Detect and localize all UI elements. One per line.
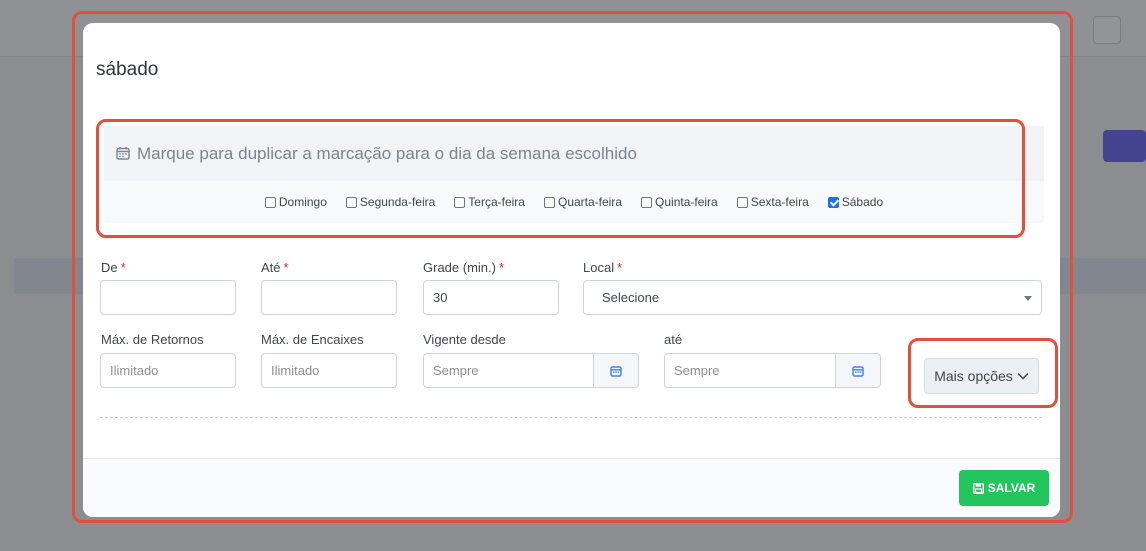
- weekday-option-segunda[interactable]: Segunda-feira: [345, 195, 436, 209]
- more-options-button[interactable]: Mais opções: [924, 358, 1039, 394]
- checkbox[interactable]: [345, 196, 357, 208]
- checkbox[interactable]: [641, 196, 653, 208]
- section-divider: [100, 417, 1042, 418]
- checkbox[interactable]: [454, 196, 466, 208]
- calendar-icon: [610, 365, 622, 377]
- vigente-ate-calendar-button[interactable]: [836, 353, 881, 388]
- checkbox[interactable]: [543, 196, 555, 208]
- checkbox-checked[interactable]: [827, 196, 839, 208]
- floppy-disk-icon: [972, 482, 984, 494]
- weekday-checkbox-row: Domingo Segunda-feira Terça-feira Quarta…: [104, 181, 1044, 223]
- grade-label: Grade (min.) *: [423, 260, 505, 275]
- max-retornos-input[interactable]: Ilimitado: [100, 353, 236, 388]
- weekday-label: Segunda-feira: [359, 195, 436, 209]
- checkbox[interactable]: [736, 196, 748, 208]
- vigente-desde-input[interactable]: Sempre: [423, 353, 594, 388]
- local-select[interactable]: Selecione: [583, 280, 1042, 315]
- duplicate-days-panel: Marque para duplicar a marcação para o d…: [104, 126, 1044, 223]
- weekday-label: Terça-feira: [468, 195, 525, 209]
- weekday-label: Quinta-feira: [655, 195, 718, 209]
- modal-title: sábado: [96, 59, 159, 80]
- max-encaixes-input[interactable]: Ilimitado: [261, 353, 397, 388]
- vigente-ate-input[interactable]: Sempre: [664, 353, 836, 388]
- weekday-label: Sexta-feira: [750, 195, 809, 209]
- weekday-label: Quarta-feira: [557, 195, 623, 209]
- checkbox[interactable]: [264, 196, 276, 208]
- chevron-down-icon: [1017, 372, 1029, 380]
- caret-down-icon: [1024, 296, 1032, 301]
- modal-footer: [83, 459, 1060, 517]
- weekday-option-quarta[interactable]: Quarta-feira: [543, 195, 623, 209]
- duplicate-days-header: Marque para duplicar a marcação para o d…: [104, 126, 1044, 181]
- de-input[interactable]: [100, 280, 236, 315]
- more-options-label: Mais opções: [934, 368, 1013, 384]
- ate-label: Até *: [261, 260, 289, 275]
- calendar-icon: [852, 365, 864, 377]
- weekday-option-quinta[interactable]: Quinta-feira: [641, 195, 718, 209]
- weekday-option-domingo[interactable]: Domingo: [264, 195, 327, 209]
- weekday-option-sabado[interactable]: Sábado: [827, 195, 884, 209]
- max-encaixes-label: Máx. de Encaixes: [261, 332, 364, 347]
- weekday-label: Sábado: [841, 195, 884, 209]
- vigente-desde-label: Vigente desde: [423, 332, 506, 347]
- weekday-option-sexta[interactable]: Sexta-feira: [736, 195, 809, 209]
- save-button[interactable]: SALVAR: [959, 470, 1049, 506]
- local-select-value: Selecione: [602, 290, 660, 305]
- local-label: Local *: [583, 260, 623, 275]
- grade-input[interactable]: 30: [423, 280, 559, 315]
- calendar-icon: [116, 146, 130, 165]
- weekday-label: Domingo: [278, 195, 327, 209]
- de-label: De *: [101, 260, 126, 275]
- ate-input[interactable]: [261, 280, 397, 315]
- duplicate-hint-text: Marque para duplicar a marcação para o d…: [137, 144, 637, 163]
- vigente-ate-label: até: [664, 332, 683, 347]
- weekday-option-terca[interactable]: Terça-feira: [454, 195, 525, 209]
- save-label: SALVAR: [987, 481, 1036, 495]
- schedule-modal: sábado Marque para duplicar a marcação p…: [83, 23, 1060, 517]
- max-retornos-label: Máx. de Retornos: [101, 332, 204, 347]
- vigente-desde-calendar-button[interactable]: [594, 353, 639, 388]
